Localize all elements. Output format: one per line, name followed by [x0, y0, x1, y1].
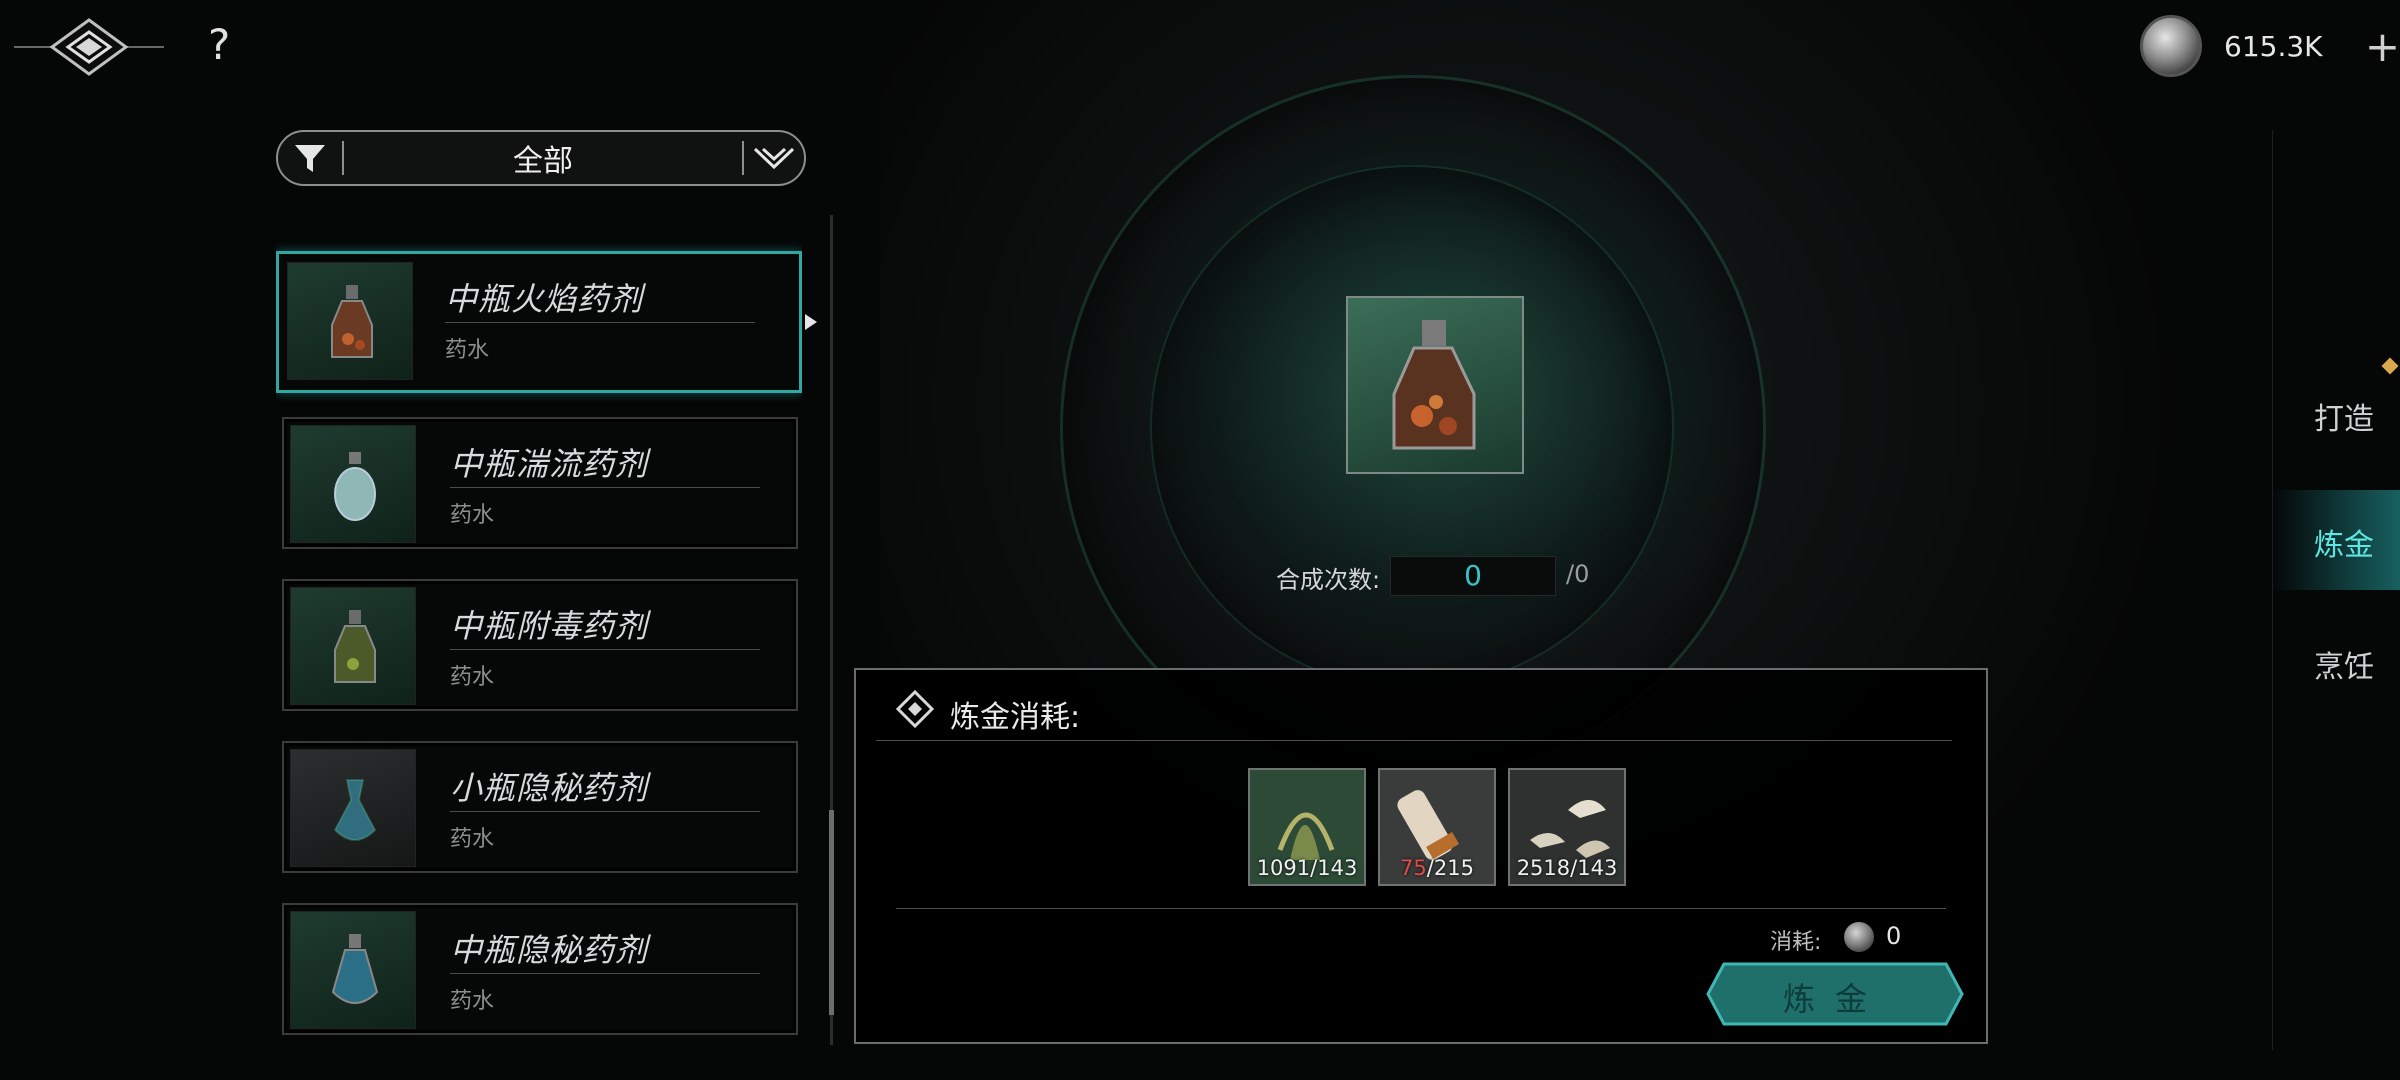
list-item[interactable]: 中瓶湍流药剂 药水 — [282, 417, 798, 549]
cost-divider — [876, 740, 1952, 741]
item-type: 药水 — [445, 338, 490, 363]
tab-alchemy[interactable]: 炼金 — [2314, 520, 2374, 564]
back-logo-button[interactable] — [14, 14, 164, 80]
item-name: 小瓶隐秘药剂 — [450, 769, 649, 807]
stealth-potion-medium-icon — [331, 934, 379, 1004]
alchemy-craft-button[interactable]: 炼金 — [1706, 962, 1964, 1026]
logo-icon — [14, 18, 164, 76]
material-count: 75/215 — [1400, 856, 1474, 880]
alchemy-craft-label: 炼金 — [1782, 980, 1887, 1018]
item-name: 中瓶湍流药剂 — [450, 445, 649, 483]
material-count: 1091/143 — [1256, 856, 1358, 880]
item-name: 中瓶附毒药剂 — [450, 607, 649, 645]
cost-divider — [896, 908, 1946, 909]
item-type: 药水 — [450, 989, 495, 1014]
potion-thumbnail — [290, 911, 416, 1029]
material-slot[interactable]: 2518/143 — [1508, 768, 1626, 886]
chevron-down-icon[interactable] — [744, 145, 804, 171]
filter-funnel-icon[interactable] — [278, 141, 342, 175]
tab-forge[interactable]: 打造 — [2314, 394, 2374, 438]
item-name: 中瓶隐秘药剂 — [450, 931, 649, 969]
silver-coin-icon — [1844, 922, 1874, 952]
list-item[interactable]: 中瓶隐秘药剂 药水 — [282, 903, 798, 1035]
diamond-icon — [896, 690, 934, 728]
potion-thumbnail — [290, 587, 416, 705]
item-divider — [450, 811, 760, 812]
recipe-list[interactable]: 中瓶火焰药剂 药水 中瓶湍流药剂 药水 中瓶附毒药剂 药水 小瓶隐秘药剂 药水 … — [276, 205, 802, 1050]
item-type: 药水 — [450, 503, 495, 528]
item-divider — [450, 487, 760, 488]
cost-value: 0 — [1886, 922, 1902, 950]
material-count: 2518/143 — [1516, 856, 1618, 880]
category-tabs — [2272, 130, 2400, 1050]
alchemy-cost-panel: 炼金消耗: 1091/143 75/215 2518/143 消耗: 0 炼金 — [854, 668, 1988, 1044]
item-divider — [450, 649, 760, 650]
material-slot[interactable]: 1091/143 — [1248, 768, 1366, 886]
list-scroll-thumb[interactable] — [829, 810, 834, 1015]
cost-title: 炼金消耗: — [950, 700, 1081, 735]
item-divider — [450, 973, 760, 974]
synthesis-count-max: /0 — [1566, 560, 1590, 588]
list-item[interactable]: 中瓶火焰药剂 药水 — [276, 251, 802, 393]
item-type: 药水 — [450, 665, 495, 690]
synthesis-count-label: 合成次数: — [1276, 566, 1381, 594]
item-type: 药水 — [450, 827, 495, 852]
stealth-potion-small-icon — [333, 779, 377, 841]
potion-thumbnail — [290, 425, 416, 543]
filter-bar[interactable]: 全部 — [276, 130, 806, 186]
fire-potion-icon — [331, 285, 373, 358]
item-divider — [445, 322, 755, 323]
fire-potion-icon — [1392, 320, 1476, 450]
turbulence-potion-icon — [334, 452, 376, 521]
add-currency-button[interactable]: + — [2353, 22, 2400, 71]
tab-cooking[interactable]: 烹饪 — [2314, 642, 2374, 686]
currency-display: 615.3K + — [2140, 14, 2400, 78]
selection-arrow-icon — [805, 314, 817, 330]
poison-potion-icon — [334, 610, 376, 683]
material-slot[interactable]: 75/215 — [1378, 768, 1496, 886]
list-item[interactable]: 小瓶隐秘药剂 药水 — [282, 741, 798, 873]
cost-label: 消耗: — [1770, 930, 1822, 955]
list-item[interactable]: 中瓶附毒药剂 药水 — [282, 579, 798, 711]
synthesis-count-input[interactable]: 0 — [1390, 556, 1556, 596]
item-name: 中瓶火焰药剂 — [445, 280, 644, 318]
potion-thumbnail — [287, 262, 413, 380]
potion-thumbnail — [290, 749, 416, 867]
currency-amount: 615.3K — [2224, 29, 2323, 63]
product-preview — [1346, 296, 1524, 474]
silver-coin-icon — [2140, 15, 2202, 77]
filter-label: 全部 — [513, 144, 573, 179]
help-button[interactable]: ? — [208, 20, 230, 69]
